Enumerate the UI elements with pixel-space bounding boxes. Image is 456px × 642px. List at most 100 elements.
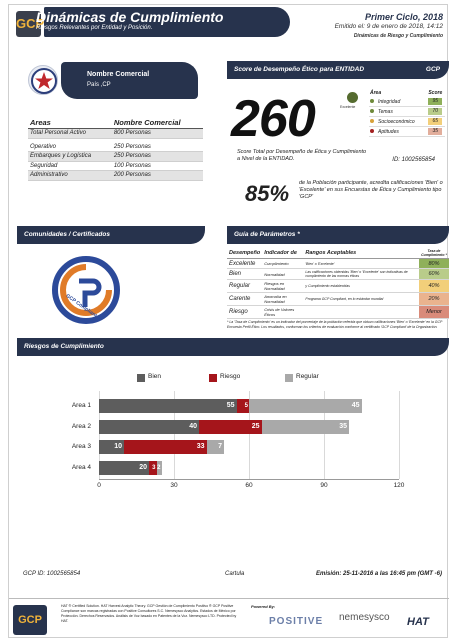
value-cell: 100 Personas: [111, 161, 203, 171]
x-tick-label: 90: [320, 482, 328, 489]
guide-performance: Bien: [227, 268, 263, 280]
bar-segment: 33: [124, 440, 207, 454]
bar-segment: 40: [99, 419, 199, 434]
score-area: Temas: [378, 108, 393, 115]
guide-row: Excelente Cumplimiento 'Bien' o 'Excelente…: [227, 258, 449, 269]
guide-level: 20%: [419, 292, 449, 306]
footer-center: Cartula: [225, 571, 245, 577]
company-country: País ,CP: [87, 82, 111, 88]
powered-by-label: Powered By:: [251, 604, 276, 609]
bar-segment: 35: [261, 419, 349, 434]
guide-indicator: Crisis de Valores Éticos: [262, 305, 304, 319]
status-dot-icon: [370, 119, 374, 124]
excellent-dot-label: Excelente: [340, 105, 356, 109]
guide-range: y Cumplimiento establecidas: [303, 279, 419, 293]
guide-performance: Carente: [227, 292, 263, 306]
guide-title: Guía de Parámetros *: [234, 231, 300, 238]
legend-label: Riesgo: [220, 373, 241, 380]
guide-performance: Riesgo: [227, 305, 263, 319]
company-emblem-icon: [28, 65, 58, 95]
bar-segment: 45: [249, 399, 362, 413]
guide-indicator: Cumplimiento: [262, 258, 304, 269]
legend-swatch: [137, 374, 145, 382]
y-category-label: Area 2: [71, 422, 91, 430]
gridline: [399, 391, 400, 479]
value-cell: 200 Personas: [111, 170, 203, 181]
x-tick-label: 60: [245, 482, 253, 489]
page-title: Dinámicas de Cumplimiento: [36, 9, 224, 25]
areas-table: Areas Nombre Comercial Total Personal Ac…: [28, 117, 203, 181]
y-category-label: Area 1: [71, 402, 91, 409]
score-header-area: Área: [370, 90, 382, 96]
x-axis: [99, 479, 399, 480]
table-row: Total Personal Activo 800 Personas: [28, 128, 203, 139]
guide-performance: Excelente: [227, 258, 263, 269]
guide-footnote: * La 'Tasa de Cumplimiento' es un indica…: [227, 320, 443, 329]
table-row: Embarques y Logística 250 Personas: [28, 151, 203, 162]
population-text: de la Población participante, acredita c…: [299, 180, 443, 200]
score-row: Temas 70: [369, 106, 445, 117]
positive-logo: POSITIVE: [269, 616, 324, 627]
guide-row: Bien Normalidad Las calificaciones obtenid…: [227, 268, 449, 280]
guide-bar: Guía de Parámetros *: [227, 226, 449, 244]
score-table: Área Score Integridad 95 Temas 70 Socioeconó…: [369, 89, 445, 137]
legend-label: Bien: [148, 373, 162, 380]
x-tick-label: 30: [170, 482, 178, 489]
guide-range: 'Bien' o 'Excelente': [303, 258, 419, 269]
excellent-dot-icon: [347, 92, 358, 103]
area-cell: Operativo: [28, 142, 112, 152]
score-value: 95: [428, 98, 443, 105]
footer-divider: [9, 598, 449, 599]
guide-table: Desempeño Indicador de Rangos Aceptables…: [227, 248, 449, 319]
area-cell: Administrativo: [28, 170, 112, 181]
score-row: Socioeconómico 65: [369, 116, 445, 127]
score-value: 70: [428, 108, 443, 115]
entity-id: ID: 1002565854: [392, 157, 435, 163]
table-row: Seguridad 100 Personas: [28, 161, 203, 171]
footer-gcp-logo: GCP: [13, 605, 47, 635]
y-category-label: Area 4: [71, 463, 91, 471]
area-cell: Total Personal Activo: [28, 128, 112, 139]
hat-logo: HAT: [407, 616, 429, 628]
certificates-bar: Comunidades / Certificados: [17, 226, 205, 244]
status-dot-icon: [370, 109, 374, 114]
bar-segment: 55: [99, 399, 237, 413]
bar-segment: 20: [99, 460, 149, 475]
guide-row: Riesgo Crisis de Valores Éticos Menor: [227, 305, 449, 319]
legend-swatch: [285, 374, 293, 382]
total-score: 260: [231, 90, 316, 148]
score-area: Socioeconómico: [378, 118, 415, 125]
footer-legal: HAT ® Certified Solution. HAT Harvest An…: [61, 604, 237, 623]
guide-row: Carente Anomalía en Normalidad Programa GC…: [227, 292, 449, 306]
guide-level: Menor: [419, 305, 449, 319]
value-cell: 250 Personas: [111, 151, 203, 162]
guide-level: 80%: [419, 258, 449, 269]
report-name: Dinámicas de Riesgo y Cumplimiento: [353, 33, 443, 39]
nemesysco-logo: nemesysco: [339, 612, 390, 623]
score-header-score: Score: [428, 90, 443, 96]
footer-gcp-id: GCP ID: 1002565854: [23, 571, 81, 577]
bar-segment: 3: [149, 460, 157, 475]
value-cell: 800 Personas: [111, 128, 203, 139]
x-tick-label: 120: [393, 482, 405, 489]
score-area: Integridad: [378, 98, 401, 105]
table-row: Administrativo 200 Personas: [28, 170, 203, 181]
report-header: GCP Dinámicas de Cumplimiento Riesgos Re…: [9, 5, 449, 41]
risks-bar: Riesgos de Cumplimiento: [17, 338, 449, 356]
risks-title: Riesgos de Cumplimiento: [24, 343, 104, 350]
report-page: GCP Dinámicas de Cumplimiento Riesgos Re…: [8, 4, 449, 638]
areas-header-area: Areas: [28, 117, 112, 129]
legend-swatch: [209, 374, 217, 382]
score-section-right: GCP: [425, 66, 440, 73]
guide-header-indicator: Indicador de: [262, 248, 304, 259]
guide-row: Regular Riesgos en Normalidad y Cumplimien…: [227, 279, 449, 293]
guide-level: 40%: [419, 279, 449, 293]
guide-level: 60%: [419, 268, 449, 280]
score-area: Aptitudes: [378, 128, 399, 135]
guide-range: [303, 305, 419, 319]
status-dot-icon: [370, 99, 374, 104]
value-cell: 250 Personas: [111, 142, 203, 152]
company-name: Nombre Comercial: [87, 71, 150, 78]
score-section-bar: Score de Desempeño Ético para ENTIDAD GC…: [227, 61, 449, 79]
guide-header-rate: Tasa de Cumplimiento *: [419, 248, 449, 259]
